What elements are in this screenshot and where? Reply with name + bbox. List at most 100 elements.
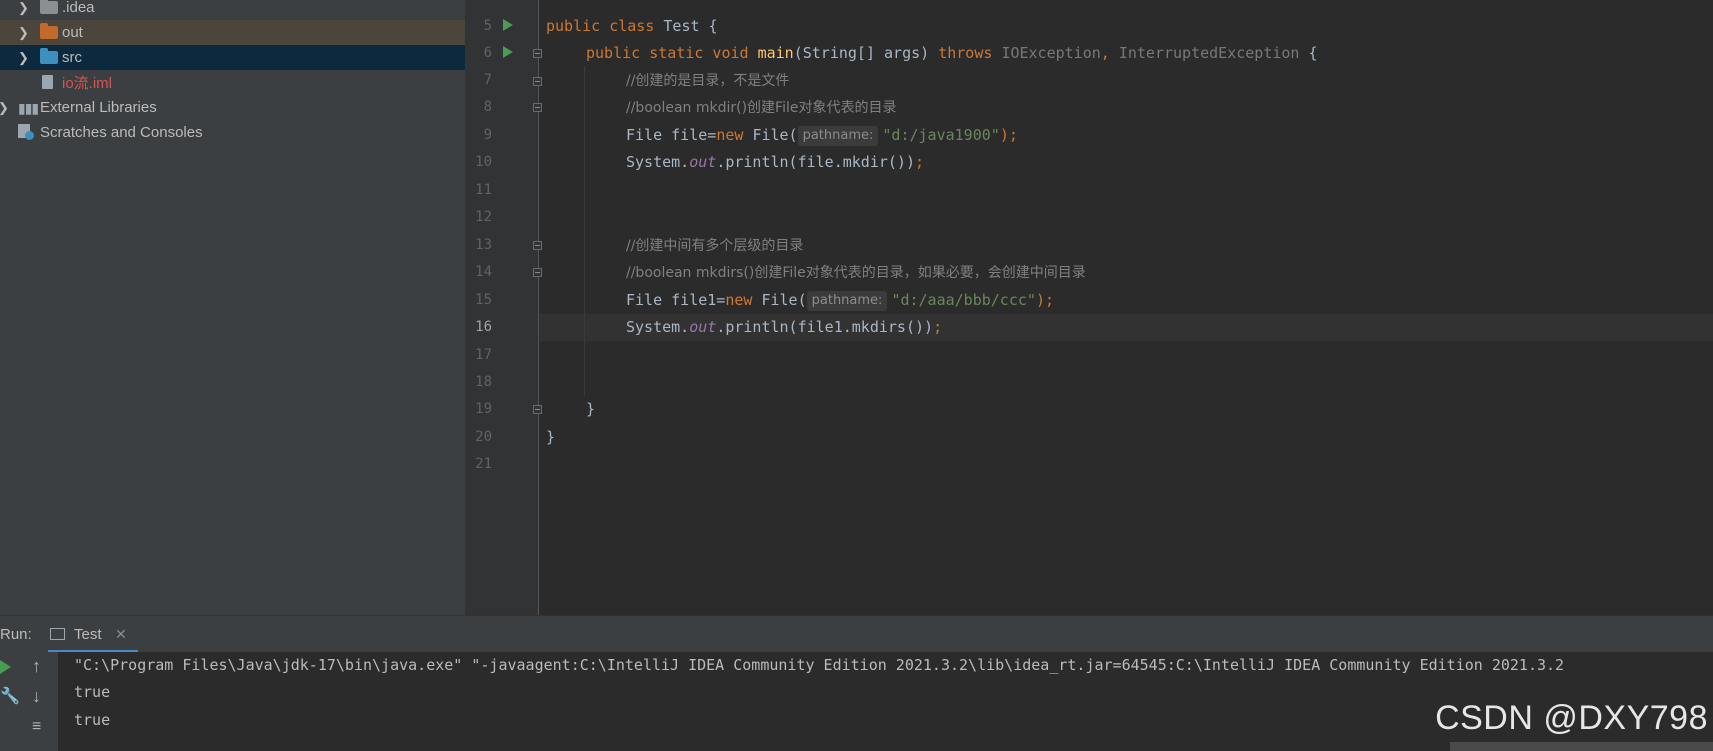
comment: //创建中间有多个层级的目录 (626, 238, 804, 254)
run-class-icon[interactable] (503, 19, 513, 31)
tree-item-label: External Libraries (40, 99, 157, 116)
gutter-divider (538, 0, 539, 615)
keyword: class (609, 17, 655, 35)
code-line-13: //创建中间有多个层级的目录 (626, 232, 803, 259)
folder-icon (40, 23, 58, 39)
chevron-right-icon[interactable]: ❯ (18, 25, 29, 41)
code-text: File file= (626, 126, 717, 144)
line-number: 21 (475, 456, 492, 472)
run-toolbar: ↑ 🔧 ↓ ≡ (0, 652, 58, 751)
code-text: System. (626, 318, 690, 336)
code-line-9: File file=new File(pathname: "d:/java1900… (626, 122, 1018, 149)
wrench-icon[interactable]: 🔧 (0, 686, 20, 706)
folder-icon (40, 48, 58, 64)
arrow-down-icon[interactable]: ↓ (32, 686, 41, 707)
line-number: 7 (483, 72, 492, 88)
code-text: (String[] args) (793, 44, 930, 62)
keyword: public static void (586, 44, 749, 62)
tree-item-out[interactable]: ❯ out (0, 20, 465, 45)
code-text: File file1= (626, 291, 726, 309)
console-line: true (74, 711, 111, 729)
punctuation: ); (1035, 291, 1054, 309)
line-number-current: 16 (475, 319, 492, 335)
code-line-15: File file1=new File(pathname: "d:/aaa/bbb… (626, 287, 1054, 314)
code-text: { (1308, 44, 1318, 62)
rerun-icon[interactable] (0, 660, 11, 674)
chevron-right-icon[interactable]: ❯ (18, 0, 29, 16)
comment: //boolean mkdir()创建File对象代表的目录 (626, 100, 897, 116)
project-tree-panel: ❯ .idea ❯ out ❯ src io流.iml ❯ ▮▮▮ Extern… (0, 0, 465, 615)
line-number: 20 (475, 429, 492, 445)
code-text: File( (761, 291, 807, 309)
tree-item-label: .idea (62, 0, 95, 16)
libraries-icon: ▮▮▮ (18, 100, 39, 116)
code-line-16: System.out.println(file1.mkdirs()); (626, 314, 942, 341)
horizontal-scrollbar[interactable] (1450, 742, 1713, 751)
keyword: throws (938, 44, 993, 62)
indent-guide (584, 66, 585, 396)
tree-item-label: Scratches and Consoles (40, 124, 203, 141)
tree-item-label: io流.iml (62, 75, 113, 92)
punctuation: ; (915, 153, 925, 171)
run-main-icon[interactable] (503, 46, 513, 58)
code-text: System. (626, 153, 690, 171)
tree-item-scratches[interactable]: Scratches and Consoles (0, 120, 465, 145)
code-line-14: //boolean mkdirs()创建File对象代表的目录，如果必要，会创建… (626, 259, 1086, 286)
keyword: public (546, 17, 601, 35)
comment: //创建的是目录，不是文件 (626, 73, 790, 89)
line-number: 13 (475, 237, 492, 253)
code-line-8: //boolean mkdir()创建File对象代表的目录 (626, 94, 896, 121)
chevron-right-icon[interactable]: ❯ (0, 100, 9, 116)
tree-item-iml[interactable]: io流.iml (0, 70, 465, 95)
console-icon (50, 628, 65, 640)
code-text: } (586, 400, 596, 418)
line-number: 6 (483, 45, 492, 61)
code-text: File( (752, 126, 798, 144)
string-literal: "d:/java1900" (882, 126, 1000, 144)
tree-item-idea[interactable]: ❯ .idea (0, 0, 465, 20)
code-text: .println(file1.mkdirs()) (716, 318, 934, 336)
static-field: out (689, 318, 717, 336)
exception-name: InterruptedException (1118, 44, 1300, 62)
tree-item-label: out (62, 24, 83, 41)
console-line: "C:\Program Files\Java\jdk-17\bin\java.e… (74, 656, 1565, 674)
exception-name: IOException (1001, 44, 1101, 62)
fold-marker-icon[interactable] (533, 405, 542, 414)
punctuation: ; (933, 318, 943, 336)
fold-marker-icon[interactable] (533, 268, 542, 277)
line-number: 14 (475, 264, 492, 280)
tree-item-src[interactable]: ❯ src (0, 45, 465, 70)
soft-wrap-icon[interactable]: ≡ (32, 718, 41, 736)
fold-marker-icon[interactable] (533, 241, 542, 250)
code-text: } (546, 428, 556, 446)
fold-marker-icon[interactable] (533, 49, 542, 58)
clock-icon (25, 131, 34, 140)
parameter-hint: pathname: (806, 291, 888, 311)
fold-marker-icon[interactable] (533, 103, 542, 112)
code-line-6: public static void main(String[] args) t… (586, 40, 1318, 67)
code-line-19: } (586, 396, 595, 423)
chevron-right-icon[interactable]: ❯ (18, 50, 29, 66)
line-number: 12 (475, 209, 492, 225)
line-number: 18 (475, 374, 492, 390)
string-literal: "d:/aaa/bbb/ccc" (891, 291, 1036, 309)
folder-icon (40, 0, 58, 14)
code-text: .println(file.mkdir()) (716, 153, 915, 171)
console-line: true (74, 683, 111, 701)
parameter-hint: pathname: (797, 126, 879, 146)
method-name: main (757, 44, 794, 62)
code-line-20: } (546, 424, 555, 451)
run-panel-label: Run: (0, 626, 32, 643)
arrow-up-icon[interactable]: ↑ (32, 656, 41, 677)
line-number: 8 (483, 99, 492, 115)
run-tab-test[interactable]: Test ✕ (48, 619, 138, 653)
fold-marker-icon[interactable] (533, 77, 542, 86)
close-icon[interactable]: ✕ (115, 626, 127, 643)
keyword: new (725, 291, 753, 309)
code-line-7: //创建的是目录，不是文件 (626, 67, 789, 94)
tree-item-external-libraries[interactable]: ❯ ▮▮▮ External Libraries (0, 95, 465, 120)
line-number: 17 (475, 347, 492, 363)
iml-file-icon (42, 75, 53, 89)
watermark-text: CSDN @DXY798 (1435, 699, 1708, 737)
punctuation: ); (999, 126, 1018, 144)
